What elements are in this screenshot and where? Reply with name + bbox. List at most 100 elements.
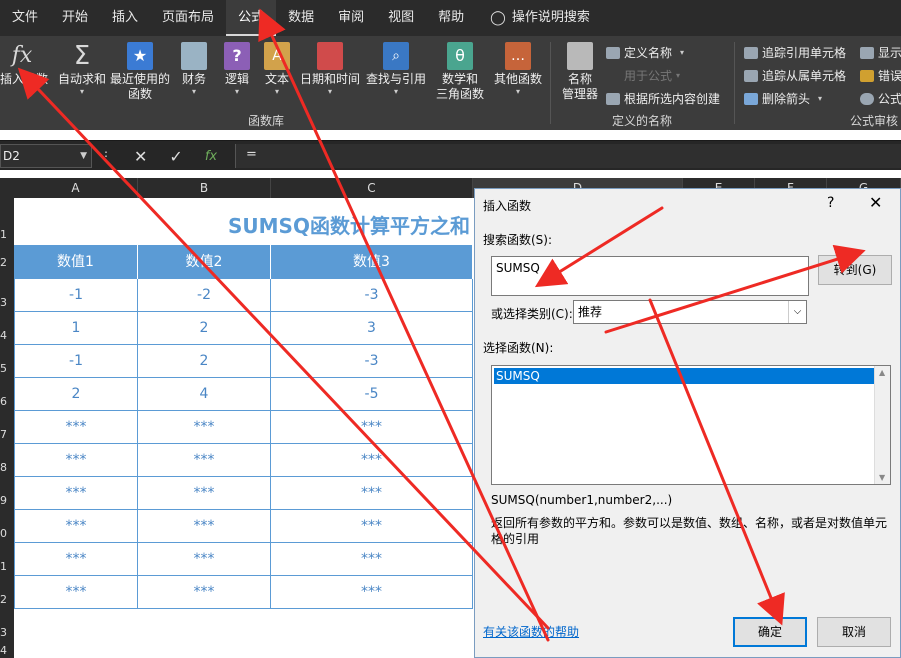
text-button[interactable]: A 文本 ▾ bbox=[262, 42, 292, 112]
date-time-button[interactable]: 日期和时间 ▾ bbox=[300, 42, 360, 112]
function-signature: SUMSQ(number1,number2,...) bbox=[491, 493, 673, 507]
category-select[interactable]: 推荐 ⌵ bbox=[573, 300, 807, 324]
row-header[interactable]: 4 bbox=[0, 329, 14, 342]
category-label: 或选择类别(C): bbox=[491, 307, 573, 321]
table-cell[interactable]: -2 bbox=[138, 279, 271, 312]
name-box[interactable]: D2 ▼ bbox=[0, 144, 92, 168]
table-cell[interactable]: *** bbox=[271, 477, 473, 510]
tab-view[interactable]: 视图 bbox=[376, 0, 426, 36]
table-cell[interactable]: *** bbox=[138, 510, 271, 543]
more-options-icon[interactable]: ⋮ bbox=[100, 149, 112, 163]
row-header[interactable]: 1 bbox=[0, 560, 14, 573]
table-cell[interactable]: -1 bbox=[14, 279, 138, 312]
table-cell[interactable]: *** bbox=[14, 543, 138, 576]
goto-button[interactable]: 转到(G) bbox=[818, 255, 892, 285]
table-cell[interactable]: *** bbox=[14, 411, 138, 444]
row-header[interactable]: 3 bbox=[0, 626, 14, 639]
tell-me-search[interactable]: 操作说明搜索 bbox=[512, 0, 602, 36]
table-cell[interactable]: *** bbox=[138, 576, 271, 609]
table-cell[interactable]: 2 bbox=[138, 312, 271, 345]
table-cell[interactable]: *** bbox=[138, 444, 271, 477]
table-cell[interactable]: 3 bbox=[271, 312, 473, 345]
insert-function-button[interactable]: fx 插入函数 bbox=[0, 42, 48, 112]
row-header[interactable]: 2 bbox=[0, 593, 14, 606]
column-header-b[interactable]: B bbox=[138, 178, 271, 198]
tab-file[interactable]: 文件 bbox=[0, 0, 50, 36]
trace-precedents-button[interactable]: 追踪引用单元格 bbox=[744, 44, 846, 61]
table-cell[interactable]: *** bbox=[271, 510, 473, 543]
enter-icon[interactable]: ✓ bbox=[169, 147, 182, 166]
tab-help[interactable]: 帮助 bbox=[426, 0, 476, 36]
tab-data[interactable]: 数据 bbox=[276, 0, 326, 36]
table-cell[interactable]: 2 bbox=[138, 345, 271, 378]
column-header-a[interactable]: A bbox=[14, 178, 138, 198]
scrollbar[interactable]: ▲ ▼ bbox=[874, 366, 890, 484]
column-header-c[interactable]: C bbox=[271, 178, 473, 198]
table-cell[interactable]: -3 bbox=[271, 345, 473, 378]
remove-arrows-button[interactable]: 删除箭头 ▾ bbox=[744, 90, 822, 107]
more-functions-button[interactable]: … 其他函数 ▾ bbox=[492, 42, 544, 112]
row-header[interactable]: 6 bbox=[0, 395, 14, 408]
tab-review[interactable]: 审阅 bbox=[326, 0, 376, 36]
math-trig-button[interactable]: θ 数学和 三角函数 bbox=[432, 42, 488, 112]
logical-button[interactable]: ? 逻辑 ▾ bbox=[222, 42, 252, 112]
row-header[interactable]: 3 bbox=[0, 296, 14, 309]
tab-insert[interactable]: 插入 bbox=[100, 0, 150, 36]
chevron-down-icon[interactable]: ⌵ bbox=[788, 301, 806, 323]
function-help-link[interactable]: 有关该函数的帮助 bbox=[483, 623, 579, 640]
row-header[interactable]: 2 bbox=[0, 256, 14, 269]
error-checking-button[interactable]: 错误 bbox=[860, 67, 901, 84]
row-header[interactable]: 7 bbox=[0, 428, 14, 441]
define-name-button[interactable]: 定义名称 ▾ bbox=[606, 44, 684, 61]
table-cell[interactable]: *** bbox=[138, 543, 271, 576]
create-from-selection-button[interactable]: 根据所选内容创建 bbox=[606, 90, 720, 107]
financial-button[interactable]: 财务 ▾ bbox=[178, 42, 210, 112]
formula-input[interactable]: = bbox=[235, 144, 901, 168]
cancel-icon[interactable]: ✕ bbox=[134, 147, 147, 166]
row-header[interactable]: 8 bbox=[0, 461, 14, 474]
tab-formulas[interactable]: 公式 bbox=[226, 0, 277, 36]
table-cell[interactable]: 2 bbox=[14, 378, 138, 411]
table-cell[interactable]: *** bbox=[14, 444, 138, 477]
help-icon[interactable]: ? bbox=[827, 195, 834, 211]
table-cell[interactable]: *** bbox=[138, 411, 271, 444]
table-cell[interactable]: 1 bbox=[14, 312, 138, 345]
row-header[interactable]: 9 bbox=[0, 494, 14, 507]
recently-used-button[interactable]: ★ 最近使用的 函数 bbox=[110, 42, 170, 112]
fx-icon[interactable]: fx bbox=[205, 149, 217, 164]
table-cell[interactable]: *** bbox=[271, 543, 473, 576]
table-cell[interactable]: *** bbox=[271, 576, 473, 609]
autosum-button[interactable]: Σ 自动求和 ▾ bbox=[56, 42, 108, 112]
evaluate-formula-button[interactable]: 公式 bbox=[860, 90, 901, 107]
function-list[interactable]: SUMSQ ▲ ▼ bbox=[491, 365, 891, 485]
table-cell[interactable]: *** bbox=[138, 477, 271, 510]
tab-page-layout[interactable]: 页面布局 bbox=[150, 0, 226, 36]
lookup-reference-button[interactable]: ⌕ 查找与引用 ▾ bbox=[366, 42, 426, 112]
row-header[interactable]: 5 bbox=[0, 362, 14, 375]
tab-home[interactable]: 开始 bbox=[50, 0, 100, 36]
trace-dependents-button[interactable]: 追踪从属单元格 bbox=[744, 67, 846, 84]
table-cell[interactable]: *** bbox=[14, 510, 138, 543]
chevron-down-icon[interactable]: ▼ bbox=[879, 473, 885, 482]
search-function-input[interactable]: SUMSQ bbox=[491, 256, 809, 296]
table-cell[interactable]: *** bbox=[271, 444, 473, 477]
close-icon[interactable]: ✕ bbox=[869, 193, 882, 212]
list-item[interactable]: SUMSQ bbox=[494, 368, 874, 384]
chevron-up-icon[interactable]: ▲ bbox=[879, 368, 885, 377]
cancel-button[interactable]: 取消 bbox=[817, 617, 891, 647]
table-cell[interactable]: *** bbox=[14, 477, 138, 510]
table-cell[interactable]: 4 bbox=[138, 378, 271, 411]
ok-button[interactable]: 确定 bbox=[733, 617, 807, 647]
row-header[interactable]: 4 bbox=[0, 644, 14, 657]
table-cell[interactable]: -3 bbox=[271, 279, 473, 312]
show-formulas-button[interactable]: 显示 bbox=[860, 44, 901, 61]
chevron-down-icon[interactable]: ▼ bbox=[80, 145, 87, 167]
table-cell[interactable]: -1 bbox=[14, 345, 138, 378]
name-manager-button[interactable]: 名称 管理器 bbox=[558, 42, 602, 112]
table-cell[interactable]: -5 bbox=[271, 378, 473, 411]
row-header[interactable]: 0 bbox=[0, 527, 14, 540]
row-header[interactable]: 1 bbox=[0, 228, 14, 241]
table-cell[interactable]: *** bbox=[14, 576, 138, 609]
table-cell[interactable]: *** bbox=[271, 411, 473, 444]
use-in-formula-button[interactable]: 用于公式 ▾ bbox=[624, 67, 680, 84]
